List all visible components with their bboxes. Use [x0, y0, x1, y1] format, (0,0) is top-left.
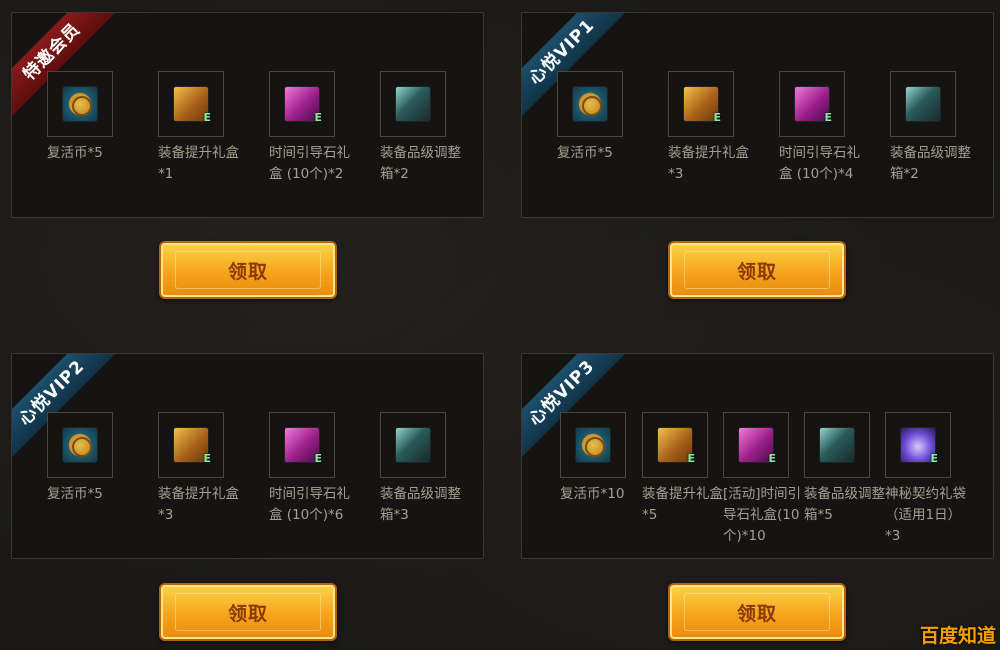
item-slot[interactable]: [890, 71, 956, 137]
item-label: 装备品级调整箱*2: [890, 145, 971, 182]
reward-item: E 装备提升礼盒*3: [668, 71, 758, 185]
item-label: 复活币*10: [560, 486, 625, 502]
claim-button-vip1[interactable]: 领取: [668, 241, 846, 299]
reward-panel-vip1: 心悦VIP1 复活币*5 E 装备提升礼盒*3 E 时间引导石礼盒 (10个)*…: [521, 12, 994, 218]
dark-box-icon: [905, 86, 941, 122]
item-slot[interactable]: [560, 412, 626, 478]
item-label: 装备品级调整箱*3: [380, 486, 461, 523]
claim-button-vip2[interactable]: 领取: [159, 583, 337, 641]
reward-panel-guest: 特邀会员 复活币*5 E 装备提升礼盒*1 E 时间引导石礼盒 (10个)*2 …: [11, 12, 484, 218]
item-label: 装备品级调整箱*5: [804, 486, 885, 523]
item-label: 神秘契约礼袋（适用1日）*3: [885, 486, 966, 544]
item-slot[interactable]: E: [642, 412, 708, 478]
reward-item: E 装备提升礼盒*3: [158, 412, 248, 526]
gold-chest-icon: E: [683, 86, 721, 124]
reward-item: 复活币*5: [47, 71, 137, 164]
revive-coin-icon: [62, 86, 98, 122]
dark-box-icon: [395, 86, 431, 122]
claim-button-vip3[interactable]: 领取: [668, 583, 846, 641]
revive-coin-icon: [572, 86, 608, 122]
reward-item: E 时间引导石礼盒 (10个)*2: [269, 71, 359, 185]
gold-chest-icon: E: [173, 427, 211, 465]
revive-coin-icon: [575, 427, 611, 463]
mystic-bag-icon: E: [900, 427, 938, 465]
item-slot[interactable]: [380, 412, 446, 478]
item-slot[interactable]: E: [668, 71, 734, 137]
claim-button-label: 领取: [227, 260, 268, 283]
item-label: 装备提升礼盒*3: [668, 145, 749, 182]
reward-item: 复活币*5: [47, 412, 137, 505]
item-label: 装备提升礼盒*1: [158, 145, 239, 182]
item-label: 装备提升礼盒*5: [642, 486, 723, 523]
item-slot[interactable]: [47, 71, 113, 137]
item-label: 复活币*5: [47, 145, 103, 161]
reward-item: E 时间引导石礼盒 (10个)*4: [779, 71, 869, 185]
item-label: 时间引导石礼盒 (10个)*6: [269, 486, 350, 523]
gold-chest-icon: E: [173, 86, 211, 124]
item-label: 装备品级调整箱*2: [380, 145, 461, 182]
reward-item: 复活币*10: [560, 412, 650, 505]
reward-item: 装备品级调整箱*5: [804, 412, 894, 526]
reward-item: E 装备提升礼盒*1: [158, 71, 248, 185]
reward-panel-vip3: 心悦VIP3 复活币*10 E 装备提升礼盒*5 E [活动]时间引导石礼盒(1…: [521, 353, 994, 559]
reward-item: E 神秘契约礼袋（适用1日）*3: [885, 412, 975, 547]
item-slot[interactable]: E: [269, 412, 335, 478]
dark-box-icon: [819, 427, 855, 463]
item-label: 复活币*5: [557, 145, 613, 161]
item-label: 复活币*5: [47, 486, 103, 502]
claim-button-label: 领取: [227, 602, 268, 625]
pink-chest-icon: E: [284, 427, 322, 465]
claim-button-guest[interactable]: 领取: [159, 241, 337, 299]
item-slot[interactable]: [47, 412, 113, 478]
reward-item: 装备品级调整箱*2: [890, 71, 980, 185]
watermark-logo: 百度知道: [919, 625, 996, 647]
pink-chest-icon: E: [738, 427, 776, 465]
item-label: 时间引导石礼盒 (10个)*2: [269, 145, 350, 182]
pink-chest-icon: E: [794, 86, 832, 124]
reward-item: 复活币*5: [557, 71, 647, 164]
gold-chest-icon: E: [657, 427, 695, 465]
item-slot[interactable]: E: [885, 412, 951, 478]
pink-chest-icon: E: [284, 86, 322, 124]
reward-item: 装备品级调整箱*2: [380, 71, 470, 185]
item-slot[interactable]: [380, 71, 446, 137]
item-slot[interactable]: E: [723, 412, 789, 478]
claim-button-label: 领取: [736, 260, 777, 283]
reward-item: E [活动]时间引导石礼盒(10个)*10: [723, 412, 813, 547]
item-slot[interactable]: [557, 71, 623, 137]
reward-item: E 时间引导石礼盒 (10个)*6: [269, 412, 359, 526]
item-label: [活动]时间引导石礼盒(10个)*10: [723, 486, 802, 544]
item-slot[interactable]: E: [269, 71, 335, 137]
reward-item: E 装备提升礼盒*5: [642, 412, 732, 526]
item-slot[interactable]: [804, 412, 870, 478]
reward-panel-vip2: 心悦VIP2 复活币*5 E 装备提升礼盒*3 E 时间引导石礼盒 (10个)*…: [11, 353, 484, 559]
item-slot[interactable]: E: [779, 71, 845, 137]
item-slot[interactable]: E: [158, 412, 224, 478]
item-slot[interactable]: E: [158, 71, 224, 137]
item-label: 时间引导石礼盒 (10个)*4: [779, 145, 860, 182]
item-label: 装备提升礼盒*3: [158, 486, 239, 523]
claim-button-label: 领取: [736, 602, 777, 625]
dark-box-icon: [395, 427, 431, 463]
reward-item: 装备品级调整箱*3: [380, 412, 470, 526]
revive-coin-icon: [62, 427, 98, 463]
